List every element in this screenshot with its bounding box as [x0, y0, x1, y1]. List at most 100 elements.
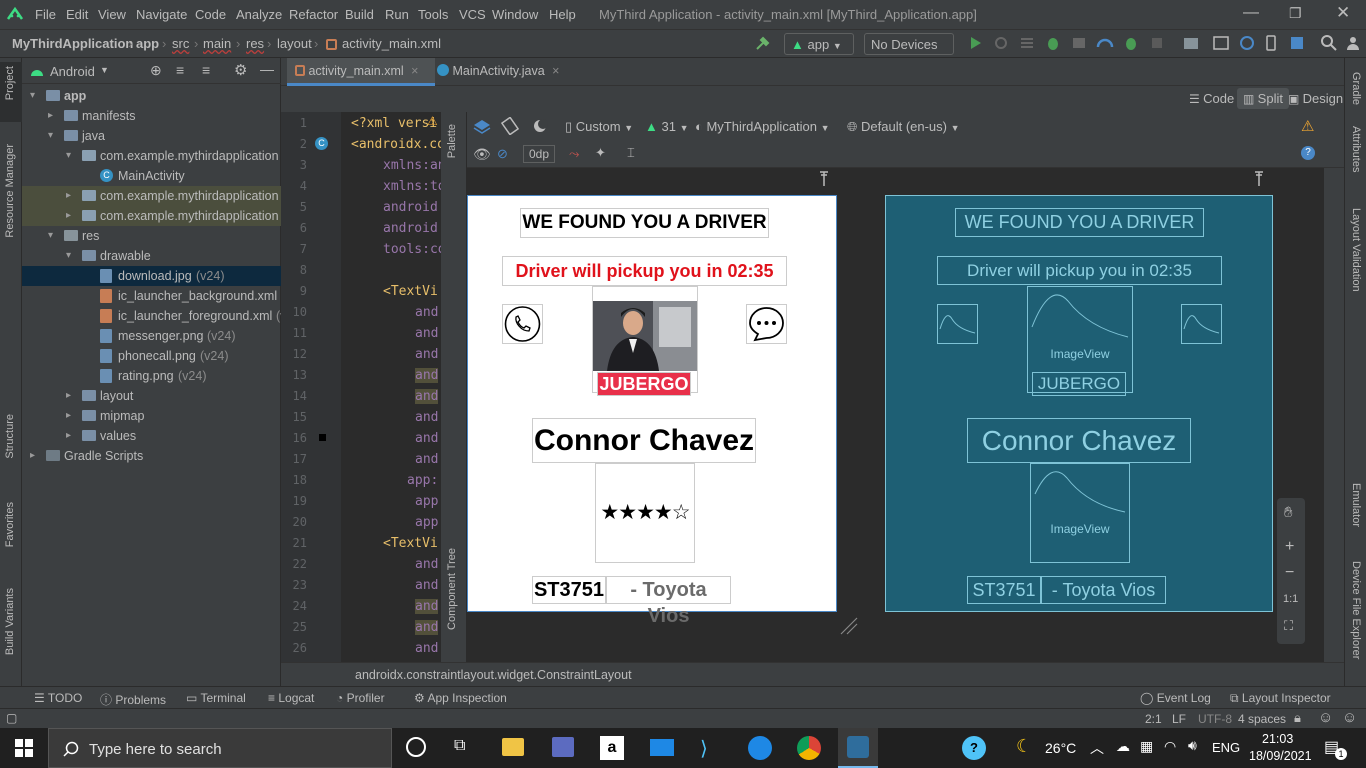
debug-icon[interactable] [1044, 34, 1062, 52]
tree-item[interactable]: ▸ com.example.mythirdapplication [22, 186, 281, 206]
wifi-icon[interactable]: ◠ [1164, 738, 1176, 755]
blueprint-messenger-imageview[interactable] [1181, 304, 1222, 344]
layout-icon[interactable] [1212, 34, 1230, 52]
tool-structure[interactable]: Structure [4, 414, 16, 459]
night-mode-icon[interactable] [531, 118, 549, 134]
chevron-right-icon[interactable]: ▸ [66, 190, 76, 201]
tree-item[interactable]: ▾ app [22, 86, 281, 106]
tree-item[interactable]: messenger.png (v24) [22, 326, 281, 346]
caret-position[interactable]: 2:1 [1145, 712, 1162, 726]
tree-item[interactable]: C MainActivity [22, 166, 281, 186]
temperature[interactable]: 26°C [1045, 740, 1076, 756]
tool-event-log[interactable]: ◯ Event Log [1140, 691, 1211, 705]
zoom-in-icon[interactable]: + [1285, 538, 1294, 556]
breadcrumb-main[interactable]: main [203, 36, 231, 51]
tool-device-file-explorer[interactable]: Device File Explorer [1350, 561, 1362, 659]
tree-item[interactable]: rating.png (v24) [22, 366, 281, 386]
code-mode-button[interactable]: ☰ Code [1189, 91, 1234, 106]
amazon-icon[interactable]: a [600, 736, 624, 760]
warning-icon[interactable]: ⚠ [427, 114, 438, 128]
zoom-out-icon[interactable]: − [1285, 564, 1294, 582]
tool-app-inspection[interactable]: ⚙ App Inspection [414, 691, 507, 705]
blueprint-preview[interactable]: WE FOUND YOU A DRIVER Driver will pickup… [885, 195, 1273, 612]
menu-navigate[interactable]: Navigate [136, 7, 187, 22]
chevron-right-icon[interactable]: ▸ [66, 430, 76, 441]
breadcrumb-project[interactable]: MyThirdApplication [12, 36, 133, 51]
blueprint-plate[interactable]: ST3751 [967, 576, 1041, 604]
tool-build-variants[interactable]: Build Variants [4, 588, 16, 655]
chevron-right-icon[interactable]: ▸ [66, 410, 76, 421]
tree-item[interactable]: ▸ layout [22, 386, 281, 406]
menu-analyze[interactable]: Analyze [236, 7, 282, 22]
blueprint-phone-imageview[interactable] [937, 304, 978, 344]
android-studio-taskbar-button[interactable] [838, 728, 878, 768]
tool-resource-manager[interactable]: Resource Manager [4, 144, 16, 238]
sdk-manager-icon[interactable] [1288, 34, 1306, 52]
tree-item[interactable]: ▸ manifests [22, 106, 281, 126]
design-mode-button[interactable]: ▣ Design [1288, 91, 1343, 106]
clock-time[interactable]: 21:03 [1262, 732, 1293, 746]
chrome-icon[interactable] [797, 736, 821, 760]
rating-image[interactable]: ★★★★☆ [595, 463, 695, 563]
cortana-icon[interactable] [406, 737, 426, 757]
device-dropdown[interactable]: No Devices ▼ [864, 33, 954, 66]
search-icon[interactable] [1320, 34, 1338, 52]
onedrive-icon[interactable]: ☁ [1116, 738, 1130, 755]
tool-favorites[interactable]: Favorites [4, 502, 16, 547]
zoom-to-fit-icon[interactable]: ⛶ [1284, 618, 1293, 634]
help-tips-icon[interactable]: ? [962, 736, 986, 760]
task-view-icon[interactable]: ⧉ [454, 737, 465, 755]
windows-start-icon[interactable] [15, 739, 33, 757]
blueprint-car[interactable]: - Toyota Vios [1041, 576, 1166, 604]
tree-item[interactable]: ▾ drawable [22, 246, 281, 266]
blueprint-driver-name[interactable]: Connor Chavez [967, 418, 1191, 463]
default-margin-field[interactable]: 0dp [523, 145, 556, 163]
resize-handle-icon[interactable] [839, 616, 859, 636]
orientation-icon[interactable] [501, 117, 519, 135]
tool-emulator[interactable]: Emulator [1350, 483, 1362, 527]
volume-icon[interactable]: 🔊︎ [1188, 737, 1197, 754]
clear-constraints-icon[interactable]: ⤳ [569, 146, 579, 162]
device-selector[interactable]: ▯ Custom ▼ [565, 119, 633, 135]
chevron-down-icon[interactable]: ▾ [30, 90, 40, 101]
tree-item[interactable]: ▾ java [22, 126, 281, 146]
pan-hand-icon[interactable]: ✋︎ [1284, 504, 1293, 521]
design-surface-icon[interactable] [473, 118, 491, 134]
weather-moon-icon[interactable]: ☾ [1016, 736, 1032, 757]
theme-selector[interactable]: ◐ MyThirdApplication ▼ [695, 119, 830, 134]
close-tab-icon[interactable]: × [552, 64, 559, 78]
header-text[interactable]: WE FOUND YOU A DRIVER [520, 208, 769, 238]
guidelines-icon[interactable]: ⌶ [627, 145, 635, 161]
tool-layout-inspector[interactable]: ⧉ Layout Inspector [1230, 691, 1331, 706]
attach-debugger-icon[interactable] [1070, 34, 1088, 52]
driver-name[interactable]: Connor Chavez [532, 418, 756, 463]
project-structure-icon[interactable] [1182, 34, 1200, 52]
mail-icon[interactable] [650, 739, 674, 756]
menu-window[interactable]: Window [492, 7, 538, 22]
tray-chevron-icon[interactable]: ︿ [1090, 738, 1104, 758]
lock-icon[interactable]: 🔒︎ [1294, 710, 1301, 726]
breadcrumb-res[interactable]: res [246, 36, 264, 51]
view-options-eye-icon[interactable]: 👁︎ [473, 146, 491, 163]
tab-activity-main-xml[interactable]: activity_main.xml × [287, 58, 435, 86]
breadcrumb-layout[interactable]: layout [277, 36, 312, 51]
apply-changes-icon[interactable] [992, 34, 1010, 52]
api-level-selector[interactable]: ▲ 31 ▼ [645, 119, 689, 134]
zoom-actual-size-icon[interactable]: 1:1 [1283, 593, 1298, 605]
menu-view[interactable]: View [98, 7, 126, 22]
jubergo-badge[interactable]: JUBERGO [597, 372, 691, 396]
expand-all-icon[interactable]: ≡ [176, 62, 184, 78]
visual-studio-icon[interactable]: ⟩ [700, 736, 708, 761]
file-explorer-icon[interactable] [502, 738, 524, 756]
phone-call-image[interactable] [502, 304, 543, 344]
component-tree-tab[interactable]: Component Tree [446, 548, 458, 630]
tree-item[interactable]: ic_launcher_foreground.xml(v [22, 306, 281, 326]
indent-setting[interactable]: 4 spaces [1238, 712, 1286, 726]
tool-logcat[interactable]: ≡ Logcat [268, 691, 314, 705]
tree-item[interactable]: download.jpg (v24) [22, 266, 281, 286]
tree-item[interactable]: ▾ com.example.mythirdapplication [22, 146, 281, 166]
sync-gradle-icon[interactable] [1238, 34, 1256, 52]
tray-app-icon[interactable]: ▦ [1140, 738, 1153, 755]
chevron-right-icon[interactable]: ▸ [66, 210, 76, 221]
plate-number[interactable]: ST3751 [532, 576, 606, 604]
